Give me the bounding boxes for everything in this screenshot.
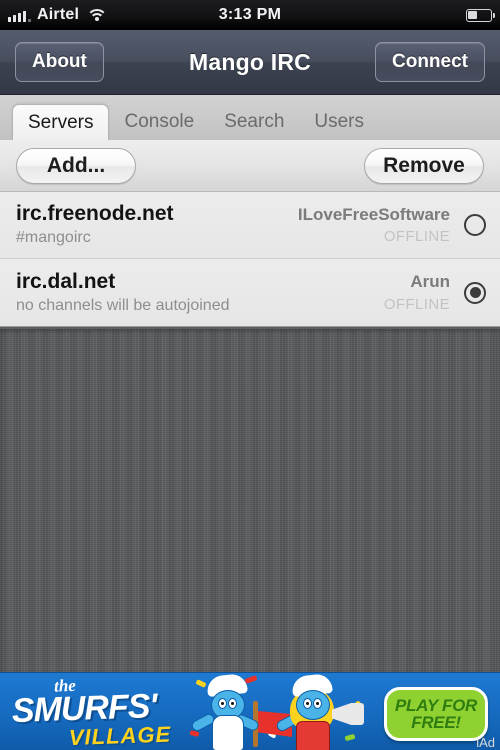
- server-select-radio[interactable]: [464, 214, 486, 236]
- iad-label: iAd: [476, 735, 495, 750]
- tab-console[interactable]: Console: [109, 104, 209, 140]
- play-for-free-button[interactable]: PLAY FOR FREE!: [384, 687, 488, 741]
- server-name: irc.freenode.net: [16, 202, 174, 226]
- cta-line-1: PLAY FOR: [395, 695, 477, 715]
- add-server-button[interactable]: Add...: [16, 147, 136, 184]
- server-channels: #mangoirc: [16, 229, 91, 247]
- server-nick: Arun: [410, 272, 450, 292]
- server-name: irc.dal.net: [16, 269, 116, 293]
- tab-users[interactable]: Users: [299, 104, 379, 140]
- server-channels: no channels will be autojoined: [16, 296, 230, 314]
- app-screen: Airtel 3:13 PM About Mango IRC Connect S…: [0, 0, 500, 750]
- wifi-icon: [86, 8, 108, 22]
- server-list: irc.freenode.net #mangoirc ILoveFreeSoft…: [0, 192, 500, 327]
- ad-banner[interactable]: the SMURFS' VILLAGE PLAY FOR FREE! iAd: [0, 672, 500, 750]
- page-title: Mango IRC: [189, 48, 311, 75]
- connect-button[interactable]: Connect: [375, 42, 485, 82]
- tab-bar: Servers Console Search Users: [0, 95, 500, 140]
- server-info: irc.dal.net no channels will be autojoin…: [16, 270, 384, 316]
- cta-line-2: FREE!: [411, 713, 461, 732]
- about-button[interactable]: About: [15, 42, 104, 82]
- status-bar: Airtel 3:13 PM: [0, 0, 500, 30]
- status-badge: OFFLINE: [383, 295, 450, 313]
- server-account: Arun OFFLINE: [384, 272, 450, 313]
- smurfette-character: [274, 673, 336, 750]
- carrier-group: Airtel: [8, 6, 108, 24]
- remove-server-button[interactable]: Remove: [364, 147, 484, 184]
- server-select-radio[interactable]: [464, 281, 486, 304]
- smurf-character: [189, 673, 261, 750]
- ad-logo-subtitle: VILLAGE: [68, 721, 172, 750]
- server-nick: ILoveFreeSoftware: [297, 204, 450, 224]
- server-info: irc.freenode.net #mangoirc: [16, 202, 298, 248]
- tab-servers[interactable]: Servers: [12, 104, 110, 140]
- smurfs-village-logo: the SMURFS' VILLAGE: [9, 674, 191, 750]
- battery-fill: [468, 10, 477, 20]
- carrier-label: Airtel: [37, 6, 80, 23]
- empty-background: [0, 329, 500, 672]
- signal-bars-icon: [8, 9, 31, 22]
- table-row[interactable]: irc.dal.net no channels will be autojoin…: [0, 259, 500, 326]
- server-account: ILoveFreeSoftware OFFLINE: [298, 205, 450, 246]
- table-row[interactable]: irc.freenode.net #mangoirc ILoveFreeSoft…: [0, 192, 500, 259]
- navigation-bar: About Mango IRC Connect: [0, 30, 500, 95]
- tab-search[interactable]: Search: [209, 104, 299, 140]
- battery-icon: [466, 8, 496, 22]
- status-badge: OFFLINE: [383, 228, 450, 246]
- list-toolbar: Add... Remove: [0, 140, 500, 192]
